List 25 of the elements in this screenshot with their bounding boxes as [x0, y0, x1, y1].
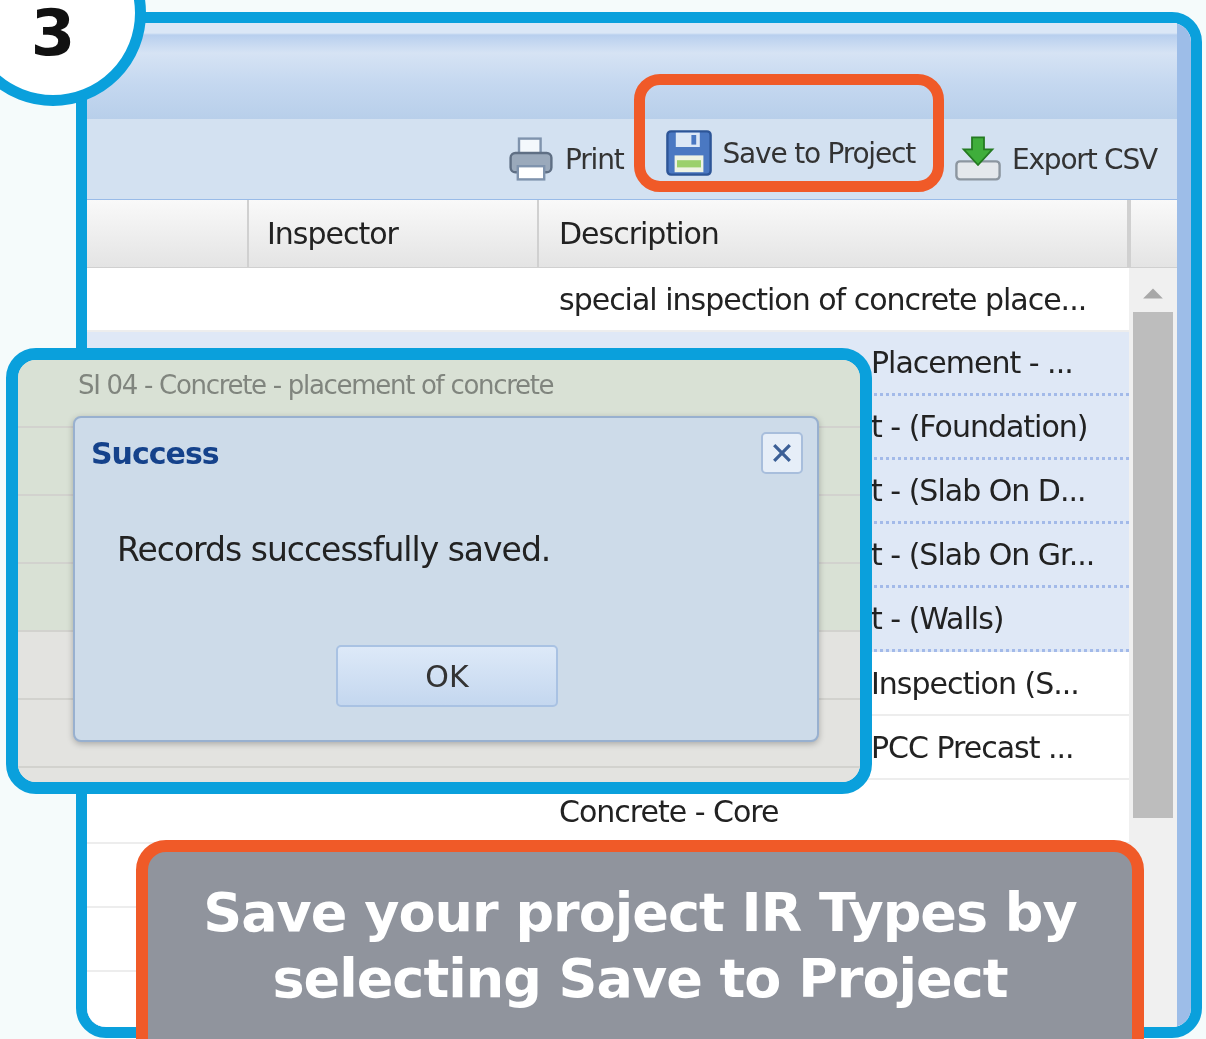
scroll-up-icon[interactable] [1142, 286, 1164, 300]
table-cell: special inspection of concrete place... [559, 281, 1087, 317]
scrollbar[interactable] [1129, 268, 1177, 1027]
table-cell: PCC Precast ... [871, 729, 1074, 765]
close-button[interactable] [761, 432, 803, 474]
dialog-title: Success [91, 435, 219, 471]
toolbar-button[interactable]: Print [505, 131, 626, 187]
table-cell: Inspection (S... [871, 665, 1079, 701]
caption-text: selecting Save to Project [271, 946, 1009, 1012]
table-cell: Placement - ... [871, 345, 1073, 380]
table-cell: Concrete - Core [559, 793, 779, 829]
toolbar-button[interactable]: Save to Project [633, 74, 944, 192]
table-cell: t - (Slab On Gr... [871, 537, 1095, 572]
column-header[interactable]: Inspector [249, 200, 539, 267]
printer-icon [507, 135, 556, 183]
download-tray-icon [953, 135, 1002, 183]
ok-button[interactable]: OK [336, 645, 558, 707]
table-cell: t - (Foundation) [871, 409, 1088, 444]
scrollbar-thumb[interactable] [1133, 312, 1173, 818]
table-cell: SI 04 - Concrete - placement of concrete [78, 370, 554, 400]
table-cell: t - (Walls) [871, 601, 1004, 636]
table-cell: t - (Slab On D... [871, 473, 1086, 508]
toolbar-button[interactable]: Export CSV [951, 131, 1159, 187]
dialog-message: Records successfully saved. [117, 530, 552, 569]
caption-text: Save your project IR Types by [202, 880, 1078, 946]
